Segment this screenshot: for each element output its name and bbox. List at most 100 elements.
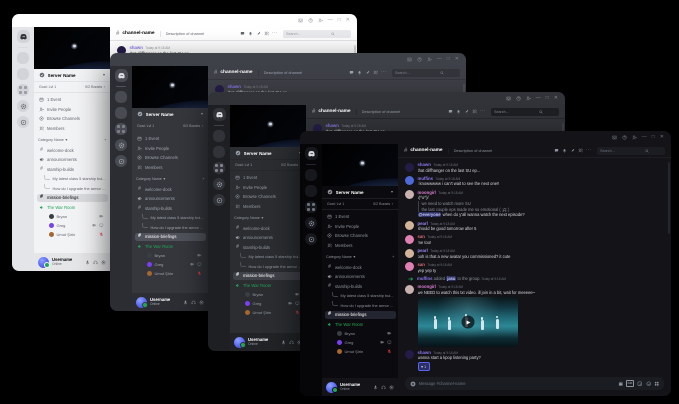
server-header[interactable]: Server Name ▾	[230, 147, 306, 160]
channel-starship-builds[interactable]: # starship-builds	[37, 165, 108, 174]
voice-member-umut[interactable]: Umut Şirin	[233, 309, 304, 317]
update-icon[interactable]	[318, 18, 323, 23]
attach-plus-icon[interactable]	[410, 381, 416, 387]
emoji-icon[interactable]	[646, 381, 652, 387]
user-mention[interactable]: jasu	[446, 276, 456, 281]
channel-starship-builds[interactable]: # starship-builds	[135, 204, 206, 213]
settings-gear-icon[interactable]	[305, 217, 317, 229]
message-input[interactable]: Message #channel-name GIF	[405, 377, 664, 390]
server-icon[interactable]	[213, 146, 225, 158]
nav-invite-people[interactable]: Invite People	[135, 144, 206, 153]
headphones-icon[interactable]	[381, 385, 386, 390]
category-header[interactable]: Category Name ▾ +	[132, 175, 208, 183]
channel-welcome-dock[interactable]: # welcome-dock	[233, 224, 304, 233]
add-channel-icon[interactable]: +	[104, 138, 106, 142]
mic-icon[interactable]	[85, 260, 90, 265]
boost-bar[interactable]: Goal: Lvl 1 0/2 Boosts ›	[322, 199, 398, 210]
server-folder[interactable]	[213, 162, 225, 174]
member-list-icon[interactable]	[264, 31, 269, 36]
bell-icon[interactable]	[562, 148, 567, 153]
channel-announcements[interactable]: announcements	[325, 273, 396, 282]
username[interactable]: shawn	[418, 162, 431, 168]
settings-gear-icon[interactable]	[17, 100, 29, 112]
thread-armor[interactable]: How do I upgrade the armor ...	[135, 223, 206, 232]
thread-armor[interactable]: How do I upgrade the armor ...	[233, 262, 304, 271]
server-icon[interactable]	[115, 91, 127, 103]
avatar[interactable]	[405, 221, 414, 230]
nav-members[interactable]: Members	[37, 124, 108, 133]
avatar[interactable]	[405, 235, 414, 244]
user-avatar[interactable]	[326, 382, 337, 393]
close-button[interactable]: ✕	[554, 96, 558, 101]
maximize-button[interactable]: □	[338, 18, 341, 23]
channel-starship-builds[interactable]: # starship-builds	[325, 282, 396, 291]
voice-member-umut[interactable]: Umut Şirin	[37, 231, 108, 239]
sticker-icon[interactable]	[637, 381, 643, 387]
nav-members[interactable]: Members	[233, 202, 304, 211]
voice-member-bryan[interactable]: Bryan	[135, 252, 206, 260]
username[interactable]: san	[418, 262, 425, 268]
nav-members[interactable]: Members	[135, 163, 206, 172]
server-folder[interactable]	[17, 84, 29, 96]
server-icon[interactable]	[115, 107, 127, 119]
apps-icon[interactable]	[654, 381, 660, 387]
explore-compass-icon[interactable]	[115, 155, 127, 167]
nav-invite-people[interactable]: Invite People	[233, 183, 304, 192]
thread-starship[interactable]: My latest class 5 starship bui...	[135, 214, 206, 223]
server-header[interactable]: Server Name ▾	[34, 69, 110, 82]
voice-member-bryan[interactable]: Bryan	[233, 291, 304, 299]
user-avatar[interactable]	[136, 297, 147, 308]
channel-mission-briefings[interactable]: # mission-briefings	[233, 272, 304, 281]
more-options-icon[interactable]: ···	[586, 148, 592, 153]
thread-armor[interactable]: How do I upgrade the armor ...	[37, 184, 108, 193]
close-button[interactable]: ✕	[455, 57, 459, 62]
thread-starship[interactable]: My latest class 5 starship bui...	[233, 253, 304, 262]
search-input[interactable]: Search...	[392, 69, 460, 77]
discord-home-button[interactable]	[213, 108, 226, 121]
category-header[interactable]: Category Name ▾ +	[230, 214, 306, 222]
update-icon[interactable]	[526, 96, 531, 101]
nav-events[interactable]: 1 Event	[37, 96, 108, 105]
nav-browse-channels[interactable]: Browse Channels	[135, 154, 206, 163]
channel-announcements[interactable]: announcements	[135, 195, 206, 204]
voice-member-greg[interactable]: Greg	[325, 339, 396, 347]
search-input[interactable]: Search...	[491, 108, 559, 116]
help-icon[interactable]	[308, 18, 313, 23]
boost-bar[interactable]: Goal: Lvl 1 0/2 Boosts ›	[132, 121, 208, 132]
voice-member-bryan[interactable]: Bryan	[325, 330, 396, 338]
server-icon[interactable]	[305, 169, 317, 181]
avatar[interactable]	[405, 285, 414, 294]
search-input[interactable]: Search...	[283, 30, 351, 38]
discord-home-button[interactable]	[115, 69, 128, 82]
nav-browse-channels[interactable]: Browse Channels	[233, 193, 304, 202]
threads-icon[interactable]	[240, 31, 245, 36]
explore-compass-icon[interactable]	[17, 116, 29, 128]
server-folder[interactable]	[305, 201, 317, 213]
mic-icon[interactable]	[281, 340, 286, 345]
voice-member-greg[interactable]: Greg	[37, 222, 108, 230]
headphones-icon[interactable]	[289, 340, 294, 345]
server-icon[interactable]	[305, 185, 317, 197]
headphones-icon[interactable]	[191, 300, 196, 305]
nav-invite-people[interactable]: Invite People	[37, 105, 108, 114]
nav-events[interactable]: 1 Event	[135, 135, 206, 144]
avatar[interactable]	[405, 249, 414, 258]
threads-icon[interactable]	[554, 148, 559, 153]
nav-browse-channels[interactable]: Browse Channels	[325, 232, 396, 241]
voice-channel-war-room[interactable]: The War Room	[233, 281, 304, 290]
channel-welcome-dock[interactable]: # welcome-dock	[325, 263, 396, 272]
video-embed[interactable]	[418, 297, 518, 347]
play-button[interactable]	[461, 316, 474, 329]
voice-member-bryan[interactable]: Bryan	[37, 213, 108, 221]
mic-icon[interactable]	[183, 300, 188, 305]
username[interactable]: moongirl	[418, 284, 436, 290]
inbox-icon[interactable]	[407, 57, 412, 62]
settings-gear-icon[interactable]	[101, 260, 106, 265]
mic-icon[interactable]	[373, 385, 378, 390]
boost-bar[interactable]: Goal: Lvl 1 0/2 Boosts ›	[34, 82, 110, 93]
username[interactable]: shawn	[228, 84, 241, 90]
username[interactable]: muffins	[417, 276, 433, 281]
minimize-button[interactable]: —	[642, 135, 647, 140]
username[interactable]: pearl	[418, 248, 428, 254]
help-icon[interactable]	[622, 135, 627, 140]
